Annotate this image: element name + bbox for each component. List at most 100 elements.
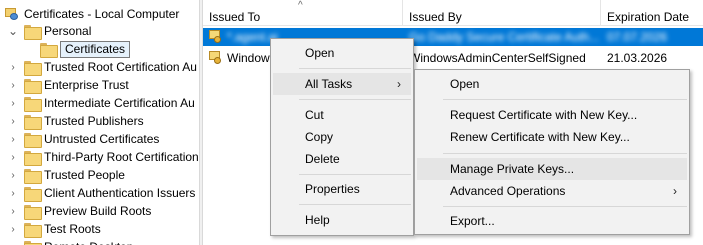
expand-chevron-icon[interactable]: › <box>8 148 18 166</box>
expand-chevron-icon[interactable]: › <box>8 166 18 184</box>
tree-item-label: Certificates <box>60 40 131 58</box>
folder-icon <box>24 114 42 130</box>
menu-item-label: Copy <box>305 130 334 144</box>
menu-item-label: All Tasks <box>305 77 353 91</box>
submenu-item-request-certificate[interactable]: Request Certificate with New Key... <box>417 104 687 126</box>
menu-item-label: Open <box>450 77 480 91</box>
tree-item-label: Test Roots <box>44 222 101 236</box>
tree-item-label: Intermediate Certification Au <box>44 96 195 110</box>
menu-item-help[interactable]: Help <box>273 209 411 231</box>
folder-icon <box>24 132 42 148</box>
list-header: ^ Issued To Issued By Expiration Date <box>203 0 703 26</box>
tree-item[interactable]: › Preview Build Roots <box>8 202 151 220</box>
menu-separator <box>443 206 687 207</box>
certificate-icon <box>209 51 223 64</box>
cell-expiration: 07.07.2026 <box>607 30 668 44</box>
tree-item[interactable]: › Intermediate Certification Au <box>8 94 195 112</box>
menu-item-label: Export... <box>450 214 495 228</box>
tree-root-label: Certificates - Local Computer <box>24 7 180 21</box>
menu-separator <box>299 68 411 69</box>
certificate-store-icon <box>4 7 20 21</box>
column-header-issued-to[interactable]: Issued To <box>203 0 403 26</box>
tree-item[interactable]: › Trusted People <box>8 166 125 184</box>
tree-item[interactable]: › Third-Party Root Certification <box>8 148 198 166</box>
column-header-expiration-date[interactable]: Expiration Date <box>601 0 703 26</box>
menu-separator <box>299 174 411 175</box>
folder-icon <box>24 24 42 40</box>
submenu-item-renew-certificate[interactable]: Renew Certificate with New Key... <box>417 126 687 148</box>
folder-icon <box>24 204 42 220</box>
expand-chevron-icon[interactable]: › <box>8 112 18 130</box>
menu-item-label: Cut <box>305 108 324 122</box>
cell-issued-by: Go Daddy Secure Certificate Auth... <box>409 30 599 44</box>
expand-chevron-icon[interactable]: › <box>8 220 18 238</box>
menu-item-delete[interactable]: Delete <box>273 148 411 170</box>
menu-item-label: Delete <box>305 152 340 166</box>
expand-chevron-icon[interactable]: › <box>8 94 18 112</box>
tree-item-label: Remote Desktop <box>44 240 133 245</box>
submenu-item-open[interactable]: Open <box>417 73 687 95</box>
folder-icon <box>24 240 42 245</box>
tree-item-certificates[interactable]: Certificates <box>40 40 131 58</box>
menu-item-open[interactable]: Open <box>273 42 411 64</box>
menu-separator <box>299 99 411 100</box>
submenu-arrow-icon: › <box>397 77 401 91</box>
certificate-icon <box>209 30 223 43</box>
tree-item-label: Preview Build Roots <box>44 204 152 218</box>
expand-chevron-icon[interactable]: › <box>8 238 18 245</box>
context-menu: Open All Tasks › Cut Copy Delete Propert… <box>270 38 414 236</box>
expand-chevron-icon[interactable]: › <box>8 58 18 76</box>
tree-item-label: Enterprise Trust <box>44 78 129 92</box>
expand-chevron-icon[interactable]: ⌄ <box>8 22 18 40</box>
tree-item[interactable]: › Untrusted Certificates <box>8 130 159 148</box>
expand-chevron-icon[interactable]: › <box>8 184 18 202</box>
all-tasks-submenu: Open Request Certificate with New Key...… <box>414 69 690 235</box>
folder-icon <box>24 60 42 76</box>
cell-issued-by: WindowsAdminCenterSelfSigned <box>409 51 586 65</box>
folder-icon <box>24 186 42 202</box>
submenu-item-manage-private-keys[interactable]: Manage Private Keys... <box>417 158 687 180</box>
menu-item-properties[interactable]: Properties <box>273 178 411 200</box>
tree-item[interactable]: › Trusted Root Certification Au <box>8 58 197 76</box>
tree-item[interactable]: › Client Authentication Issuers <box>8 184 195 202</box>
tree-item-label: Client Authentication Issuers <box>44 186 196 200</box>
menu-separator <box>443 99 687 100</box>
tree-item[interactable]: › Enterprise Trust <box>8 76 129 94</box>
tree-item[interactable]: › Remote Desktop <box>8 238 133 245</box>
submenu-item-export[interactable]: Export... <box>417 210 687 232</box>
menu-item-cut[interactable]: Cut <box>273 104 411 126</box>
expand-chevron-icon[interactable]: › <box>8 76 18 94</box>
folder-icon <box>24 222 42 238</box>
column-header-issued-by[interactable]: Issued By <box>403 0 601 26</box>
menu-item-label: Request Certificate with New Key... <box>450 108 638 122</box>
menu-separator <box>299 204 411 205</box>
tree-pane: Certificates - Local Computer ⌄ Personal… <box>0 0 198 245</box>
submenu-arrow-icon: › <box>673 184 677 198</box>
submenu-item-advanced-operations[interactable]: Advanced Operations › <box>417 180 687 202</box>
tree-item-label: Untrusted Certificates <box>44 132 160 146</box>
folder-icon <box>24 150 42 166</box>
menu-item-label: Help <box>305 213 330 227</box>
folder-icon <box>24 78 42 94</box>
tree-item-label: Personal <box>44 24 92 38</box>
menu-item-label: Manage Private Keys... <box>450 162 575 176</box>
expand-chevron-icon[interactable]: › <box>8 202 18 220</box>
tree-item-label: Third-Party Root Certification <box>44 150 198 164</box>
tree-item[interactable]: › Test Roots <box>8 220 101 238</box>
menu-separator <box>443 153 687 154</box>
menu-item-copy[interactable]: Copy <box>273 126 411 148</box>
tree-item-label: Trusted Publishers <box>44 114 144 128</box>
expand-chevron-icon[interactable]: › <box>8 130 18 148</box>
menu-item-all-tasks[interactable]: All Tasks › <box>273 73 411 95</box>
tree-item-label: Trusted Root Certification Au <box>44 60 197 74</box>
folder-icon <box>24 96 42 112</box>
folder-icon <box>24 168 42 184</box>
menu-item-label: Renew Certificate with New Key... <box>450 130 630 144</box>
menu-item-label: Open <box>305 46 335 60</box>
menu-item-label: Properties <box>305 182 360 196</box>
folder-icon <box>40 42 58 58</box>
tree-root[interactable]: Certificates - Local Computer <box>4 5 179 23</box>
tree-item[interactable]: › Trusted Publishers <box>8 112 144 130</box>
menu-item-label: Advanced Operations <box>450 184 566 198</box>
tree-item-personal[interactable]: ⌄ Personal <box>8 22 91 40</box>
